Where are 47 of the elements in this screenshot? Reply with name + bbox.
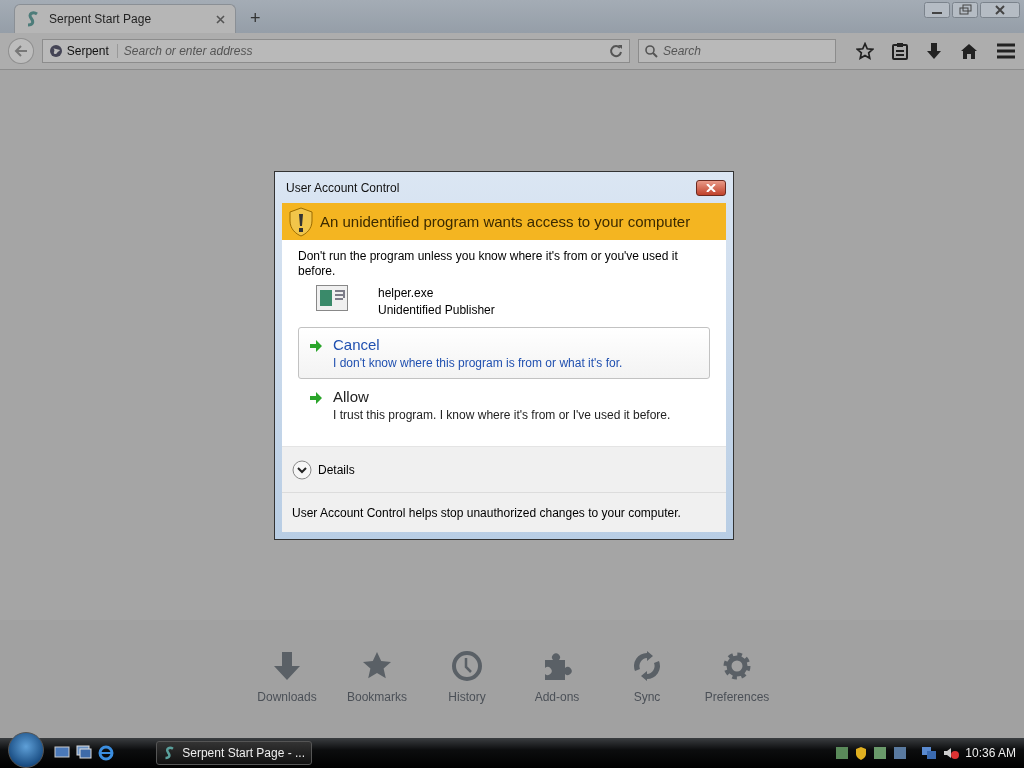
clock[interactable]: 10:36 AM [965,746,1016,760]
address-field[interactable]: Serpent Search or enter address [41,39,630,63]
close-icon [706,183,716,192]
download-arrow-icon[interactable] [926,42,942,60]
taskbar-task[interactable]: Serpent Start Page - ... [156,741,312,765]
close-button[interactable] [696,179,726,196]
warning-shield-icon [288,206,314,237]
warning-banner: An unidentified program wants access to your computer [282,203,726,240]
dialog-title: User Account Control [286,180,400,195]
new-tab-button[interactable]: + [246,8,265,29]
clock-icon [451,650,483,682]
chevron-icon [292,459,312,480]
gear-icon [721,650,753,682]
warning-message: Don't run the program unless you know where it's from or you've used it before. [297,248,679,279]
footer-text: User Account Control helps stop unauthorized changes to your computer. [292,505,681,520]
sync-arrows-icon [631,650,663,682]
publisher-name: Unidentified Publisher [378,302,495,319]
program-icon [316,285,348,311]
muted-speaker-icon[interactable] [943,746,960,760]
search-field[interactable]: Search [638,39,836,63]
browser-tab[interactable]: Serpent Start Page [14,4,236,33]
star-icon[interactable] [856,42,874,60]
tab-title: Serpent Start Page [49,12,153,26]
back-arrow-icon [13,45,28,57]
choice-button[interactable]: Allow I trust this program. I know where it's from or I've used it before. [298,379,710,431]
home-icon[interactable] [960,43,978,59]
choice-button[interactable]: Cancel I don't know where this program is from or what it's for. [298,327,710,379]
close-tab-icon[interactable] [216,14,225,24]
menu-icon[interactable] [996,43,1016,59]
site-identity[interactable]: Serpent [66,44,118,58]
restore-button[interactable] [952,2,978,18]
tray-app-icon[interactable] [873,746,888,760]
search-icon [645,45,658,58]
close-window-button[interactable] [980,2,1020,18]
clipboard-icon[interactable] [892,42,908,60]
reload-icon[interactable] [609,44,623,58]
minimize-button[interactable] [924,2,950,18]
download-arrow-icon [271,650,303,682]
arrow-icon [309,339,323,353]
shield-icon[interactable] [855,746,868,760]
details-toggle[interactable]: Details [292,459,355,480]
desktop-icon[interactable] [54,745,70,759]
window-switch-icon[interactable] [76,745,92,759]
tray-app-icon[interactable] [893,746,908,760]
program-name: helper.exe [378,285,435,302]
start-button[interactable] [8,732,44,768]
arrow-icon [309,391,323,405]
